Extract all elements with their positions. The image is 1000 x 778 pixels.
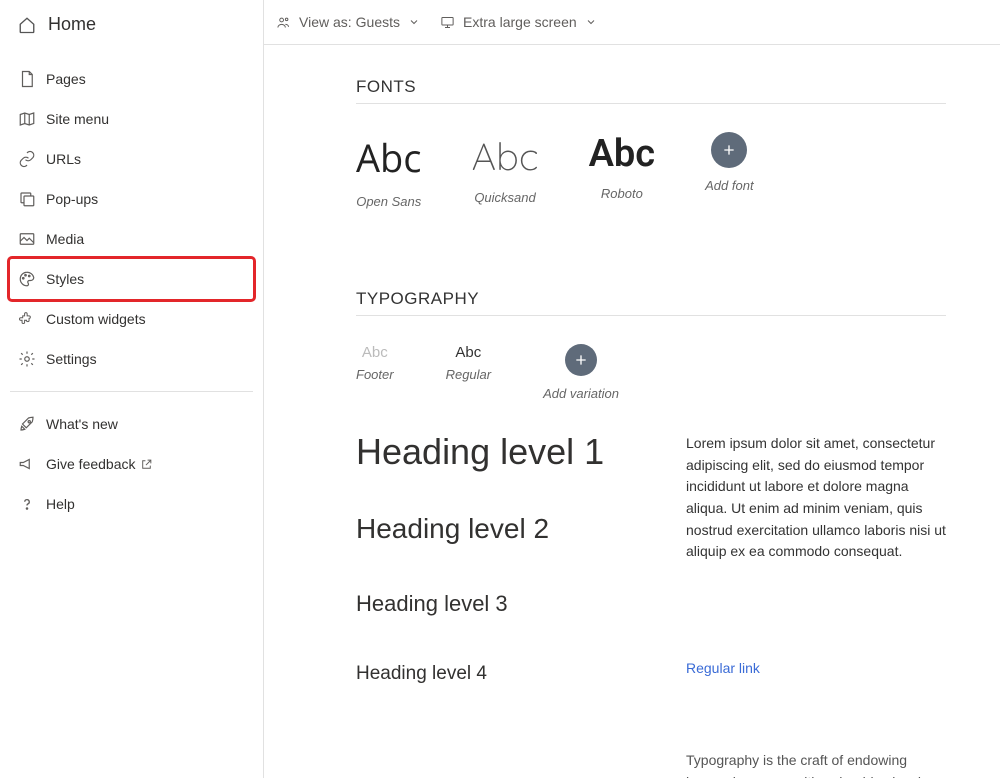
external-link-icon [140, 458, 153, 471]
variant-sample: Abc [356, 344, 394, 361]
sidebar: Home Pages Site menu URLs Pop-ups Media [0, 0, 264, 778]
sidebar-item-settings[interactable]: Settings [10, 339, 253, 379]
typography-headings: Heading level 1 Heading level 2 Heading … [356, 431, 626, 778]
popup-icon [18, 190, 36, 208]
home-icon [18, 16, 36, 34]
lorem-text: Lorem ipsum dolor sit amet, consectetur … [686, 433, 946, 563]
sidebar-item-whats-new[interactable]: What's new [10, 404, 253, 444]
typography-divider [356, 315, 946, 316]
sidebar-nav: Pages Site menu URLs Pop-ups Media Style… [10, 59, 253, 379]
fonts-section-title: FONTS [356, 77, 946, 97]
gear-icon [18, 350, 36, 368]
typography-side: Lorem ipsum dolor sit amet, consectetur … [686, 431, 946, 778]
fonts-divider [356, 103, 946, 104]
variant-sample: Abc [446, 344, 492, 361]
sidebar-item-label: Settings [46, 351, 97, 367]
sidebar-item-media[interactable]: Media [10, 219, 253, 259]
typography-quote: Typography is the craft of endowing huma… [686, 750, 946, 778]
sidebar-item-label: URLs [46, 151, 81, 167]
screen-dropdown[interactable]: Extra large screen [440, 14, 597, 30]
heading-1: Heading level 1 [356, 431, 626, 473]
plus-icon [573, 352, 589, 368]
typography-variants: Abc Footer Abc Regular Add variation [356, 344, 946, 401]
sidebar-item-label: Pages [46, 71, 86, 87]
monitor-icon [440, 15, 455, 30]
sidebar-item-label: Styles [46, 271, 84, 287]
page-icon [18, 70, 36, 88]
sidebar-item-pages[interactable]: Pages [10, 59, 253, 99]
sidebar-footer: What's new Give feedback Help [10, 404, 253, 524]
font-card-quicksand[interactable]: Abc Quicksand [471, 132, 538, 205]
regular-link[interactable]: Regular link [686, 658, 946, 680]
person-icon [276, 15, 291, 30]
font-sample: Abc [356, 132, 421, 184]
sidebar-item-label: Give feedback [46, 456, 136, 472]
image-icon [18, 230, 36, 248]
rocket-icon [18, 415, 36, 433]
font-card-roboto[interactable]: Abc Roboto [589, 132, 656, 201]
chevron-down-icon [408, 16, 420, 28]
add-font-button[interactable] [711, 132, 747, 168]
sidebar-item-styles[interactable]: Styles [10, 259, 253, 299]
font-name: Quicksand [471, 190, 538, 205]
plus-icon [721, 142, 737, 158]
sidebar-item-custom-widgets[interactable]: Custom widgets [10, 299, 253, 339]
sidebar-divider [10, 391, 253, 392]
map-icon [18, 110, 36, 128]
content: FONTS Abc Open Sans Abc Quicksand Abc Ro… [264, 45, 1000, 778]
sidebar-item-label: Media [46, 231, 84, 247]
typography-section-title: TYPOGRAPHY [356, 289, 946, 309]
typography-body: Heading level 1 Heading level 2 Heading … [356, 431, 946, 778]
font-name: Roboto [589, 186, 656, 201]
font-card-open-sans[interactable]: Abc Open Sans [356, 132, 421, 209]
font-name: Open Sans [356, 194, 421, 209]
main: View as: Guests Extra large screen FONTS… [264, 0, 1000, 778]
heading-3: Heading level 3 [356, 591, 626, 617]
add-variation-label: Add variation [543, 386, 619, 401]
sidebar-item-feedback[interactable]: Give feedback [10, 444, 253, 484]
add-variation-button[interactable] [565, 344, 597, 376]
add-font-label: Add font [705, 178, 753, 193]
sidebar-item-label: What's new [46, 416, 118, 432]
font-sample: Abc [589, 132, 656, 176]
viewas-prefix: View as: [299, 14, 352, 30]
topbar: View as: Guests Extra large screen [264, 0, 1000, 45]
link-icon [18, 150, 36, 168]
variant-name: Footer [356, 367, 394, 382]
sidebar-header[interactable]: Home [10, 0, 253, 49]
viewas-value: Guests [356, 14, 400, 30]
palette-icon [18, 270, 36, 288]
variant-footer[interactable]: Abc Footer [356, 344, 394, 382]
megaphone-icon [18, 455, 36, 473]
heading-4: Heading level 4 [356, 663, 626, 685]
sidebar-item-label: Pop-ups [46, 191, 98, 207]
variant-regular[interactable]: Abc Regular [446, 344, 492, 382]
sidebar-header-label: Home [48, 14, 96, 35]
sidebar-item-help[interactable]: Help [10, 484, 253, 524]
sidebar-item-label: Help [46, 496, 75, 512]
variant-name: Regular [446, 367, 492, 382]
chevron-down-icon [585, 16, 597, 28]
help-icon [18, 495, 36, 513]
quote-text: Typography is the craft of endowing huma… [686, 752, 921, 778]
sidebar-item-label: Custom widgets [46, 311, 146, 327]
add-variation: Add variation [543, 344, 619, 401]
sidebar-item-popups[interactable]: Pop-ups [10, 179, 253, 219]
fonts-row: Abc Open Sans Abc Quicksand Abc Roboto A… [356, 132, 946, 209]
screen-label: Extra large screen [463, 14, 577, 30]
viewas-dropdown[interactable]: View as: Guests [276, 14, 420, 30]
add-font: Add font [705, 132, 753, 193]
sidebar-item-urls[interactable]: URLs [10, 139, 253, 179]
heading-2: Heading level 2 [356, 513, 626, 545]
puzzle-icon [18, 310, 36, 328]
sidebar-item-label: Site menu [46, 111, 109, 127]
sidebar-item-site-menu[interactable]: Site menu [10, 99, 253, 139]
font-sample: Abc [471, 132, 538, 180]
